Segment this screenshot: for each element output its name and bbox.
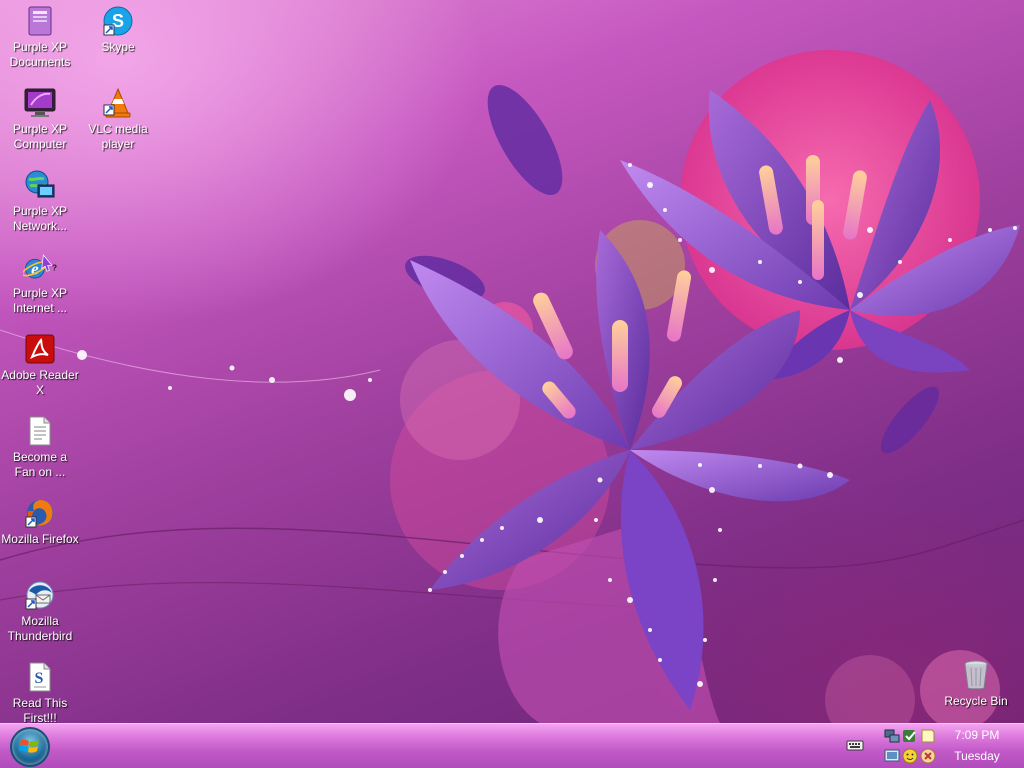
svg-text:?: ? [52, 262, 57, 272]
desktop-icon-label: Mozilla Thunderbird [7, 614, 73, 643]
skype-icon: S [101, 4, 135, 38]
desktop-icon-vlc-media-player[interactable]: VLC media player [78, 86, 158, 166]
desktop-icon-purple-xp-computer[interactable]: Purple XP Computer [0, 86, 80, 166]
desktop-icon-skype[interactable]: S Skype [78, 4, 158, 84]
desktop-icon-label: Purple XP Documents [9, 40, 71, 69]
keyboard-icon[interactable] [846, 738, 864, 752]
desktop-icon-label: Become a Fan on ... [12, 450, 68, 479]
desktop-icon-mozilla-thunderbird[interactable]: Mozilla Thunderbird [0, 578, 80, 658]
svg-text:S: S [35, 670, 44, 687]
desktop-icon-adobe-reader-x[interactable]: Adobe Reader X [0, 332, 80, 412]
desktop-icon-read-this-first[interactable]: S Read This First!!! [0, 660, 80, 723]
display-icon[interactable] [884, 748, 900, 764]
thunderbird-icon [23, 578, 57, 612]
taskbar: 7:09 PM Tuesday [0, 723, 1024, 768]
computer-monitor-icon [23, 86, 57, 120]
desktop-icon-purple-xp-network[interactable]: Purple XP Network... [0, 168, 80, 248]
network-icon[interactable] [884, 728, 900, 744]
desktop-icon-label: Skype [101, 40, 135, 54]
desktop-icon-mozilla-firefox[interactable]: Mozilla Firefox [0, 496, 80, 576]
smiley-icon[interactable] [902, 748, 918, 764]
documents-folder-icon [23, 4, 57, 38]
desktop-icon-recycle-bin[interactable]: Recycle Bin [936, 658, 1016, 723]
desktop-icon-label: Recycle Bin [944, 694, 1008, 708]
text-document-icon [23, 414, 57, 448]
vlc-cone-icon [101, 86, 135, 120]
firefox-icon [23, 496, 57, 530]
windows-logo-icon [19, 739, 39, 753]
desktop-icon-label: VLC media player [88, 122, 148, 151]
desktop-icon-become-a-fan[interactable]: Become a Fan on ... [0, 414, 80, 494]
internet-explorer-icon: e ? [23, 250, 57, 284]
adobe-reader-icon [23, 332, 57, 366]
desktop[interactable]: Purple XP Documents S Skype Purple XP Co… [0, 0, 1024, 723]
desktop-icon-purple-xp-internet[interactable]: e ? Purple XP Internet ... [0, 250, 80, 330]
clock-day[interactable]: Tuesday [932, 749, 1022, 763]
desktop-icon-label: Adobe Reader X [1, 368, 79, 397]
desktop-icon-label: Purple XP Network... [12, 204, 68, 233]
start-button[interactable] [10, 727, 50, 767]
desktop-icon-label: Purple XP Internet ... [12, 286, 68, 315]
desktop-icon-label: Mozilla Firefox [1, 532, 79, 546]
clock-time[interactable]: 7:09 PM [932, 728, 1022, 742]
readme-document-icon: S [23, 660, 57, 694]
recycle-bin-icon [959, 658, 993, 692]
desktop-icon-purple-xp-documents[interactable]: Purple XP Documents [0, 4, 80, 84]
desktop-icon-label: Read This First!!! [12, 696, 68, 723]
security-check-icon[interactable] [902, 728, 918, 744]
network-globe-icon [23, 168, 57, 202]
desktop-icon-label: Purple XP Computer [12, 122, 68, 151]
